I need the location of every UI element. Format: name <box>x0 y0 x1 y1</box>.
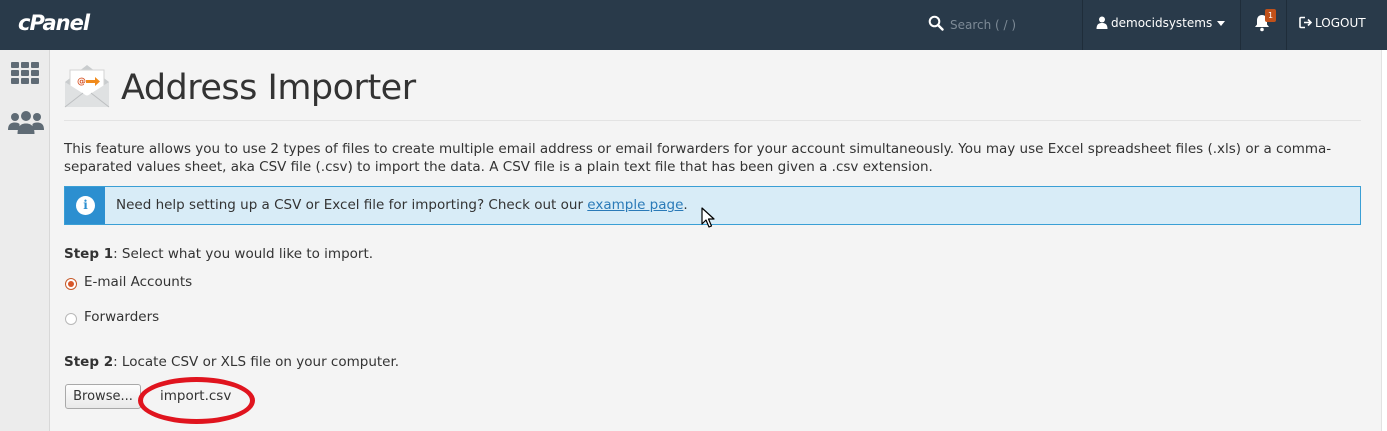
radio-button[interactable] <box>65 313 77 325</box>
search-box[interactable] <box>922 0 1082 50</box>
page-title: Address Importer <box>121 68 416 108</box>
step2-text: : Locate CSV or XLS file on your compute… <box>113 354 400 370</box>
address-importer-icon: @ <box>63 62 111 114</box>
mouse-cursor-icon <box>701 207 715 228</box>
divider <box>1286 0 1287 50</box>
logout-icon <box>1299 16 1313 29</box>
page-description: This feature allows you to use 2 types o… <box>64 141 1332 175</box>
divider <box>64 120 1361 121</box>
logout-button[interactable]: LOGOUT <box>1299 16 1366 32</box>
step2-heading: Step 2: Locate CSV or XLS file on your c… <box>64 354 399 370</box>
radio-label[interactable]: E-mail Accounts <box>84 274 192 290</box>
step1-label: Step 1 <box>64 246 114 262</box>
user-icon <box>1096 16 1108 32</box>
divider <box>1240 0 1241 50</box>
alert-text: Need help setting up a CSV or Excel file… <box>116 197 588 213</box>
username-label: democidsystems <box>1111 16 1213 30</box>
scrollbar[interactable] <box>1381 50 1387 431</box>
chevron-down-icon <box>1217 21 1225 26</box>
info-icon: i <box>76 196 95 215</box>
step1-text: : Select what you would like to import. <box>113 246 374 262</box>
alert-message: Need help setting up a CSV or Excel file… <box>116 197 688 213</box>
step1-heading: Step 1: Select what you would like to im… <box>64 246 373 262</box>
grid-icon <box>11 62 39 84</box>
logout-label: LOGOUT <box>1315 16 1366 30</box>
step2-label: Step 2 <box>64 354 114 370</box>
user-menu[interactable]: democidsystems <box>1094 0 1244 50</box>
browse-button[interactable]: Browse... <box>65 384 141 409</box>
alert-text-end: . <box>683 197 688 213</box>
notification-badge: 1 <box>1265 9 1276 22</box>
left-sidebar <box>0 50 50 431</box>
radio-label[interactable]: Forwarders <box>84 309 159 325</box>
notifications-button[interactable]: 1 <box>1254 9 1276 34</box>
radio-button-checked[interactable] <box>65 278 77 290</box>
cpanel-logo[interactable]: cPanel <box>18 11 90 35</box>
sidebar-item-home[interactable] <box>0 54 50 94</box>
annotation-ellipse <box>138 377 255 424</box>
search-input[interactable] <box>950 14 1078 36</box>
main-content: @ Address Importer This feature allows y… <box>50 50 1381 431</box>
info-icon-box: i <box>65 187 105 224</box>
example-page-link[interactable]: example page <box>587 197 683 213</box>
top-navbar: cPanel democidsystems 1 LOGOUT <box>0 0 1387 50</box>
divider <box>1082 0 1083 50</box>
sidebar-item-users[interactable] <box>0 102 50 142</box>
users-icon <box>8 111 44 134</box>
search-icon[interactable] <box>928 15 944 35</box>
svg-text:@: @ <box>77 77 86 87</box>
